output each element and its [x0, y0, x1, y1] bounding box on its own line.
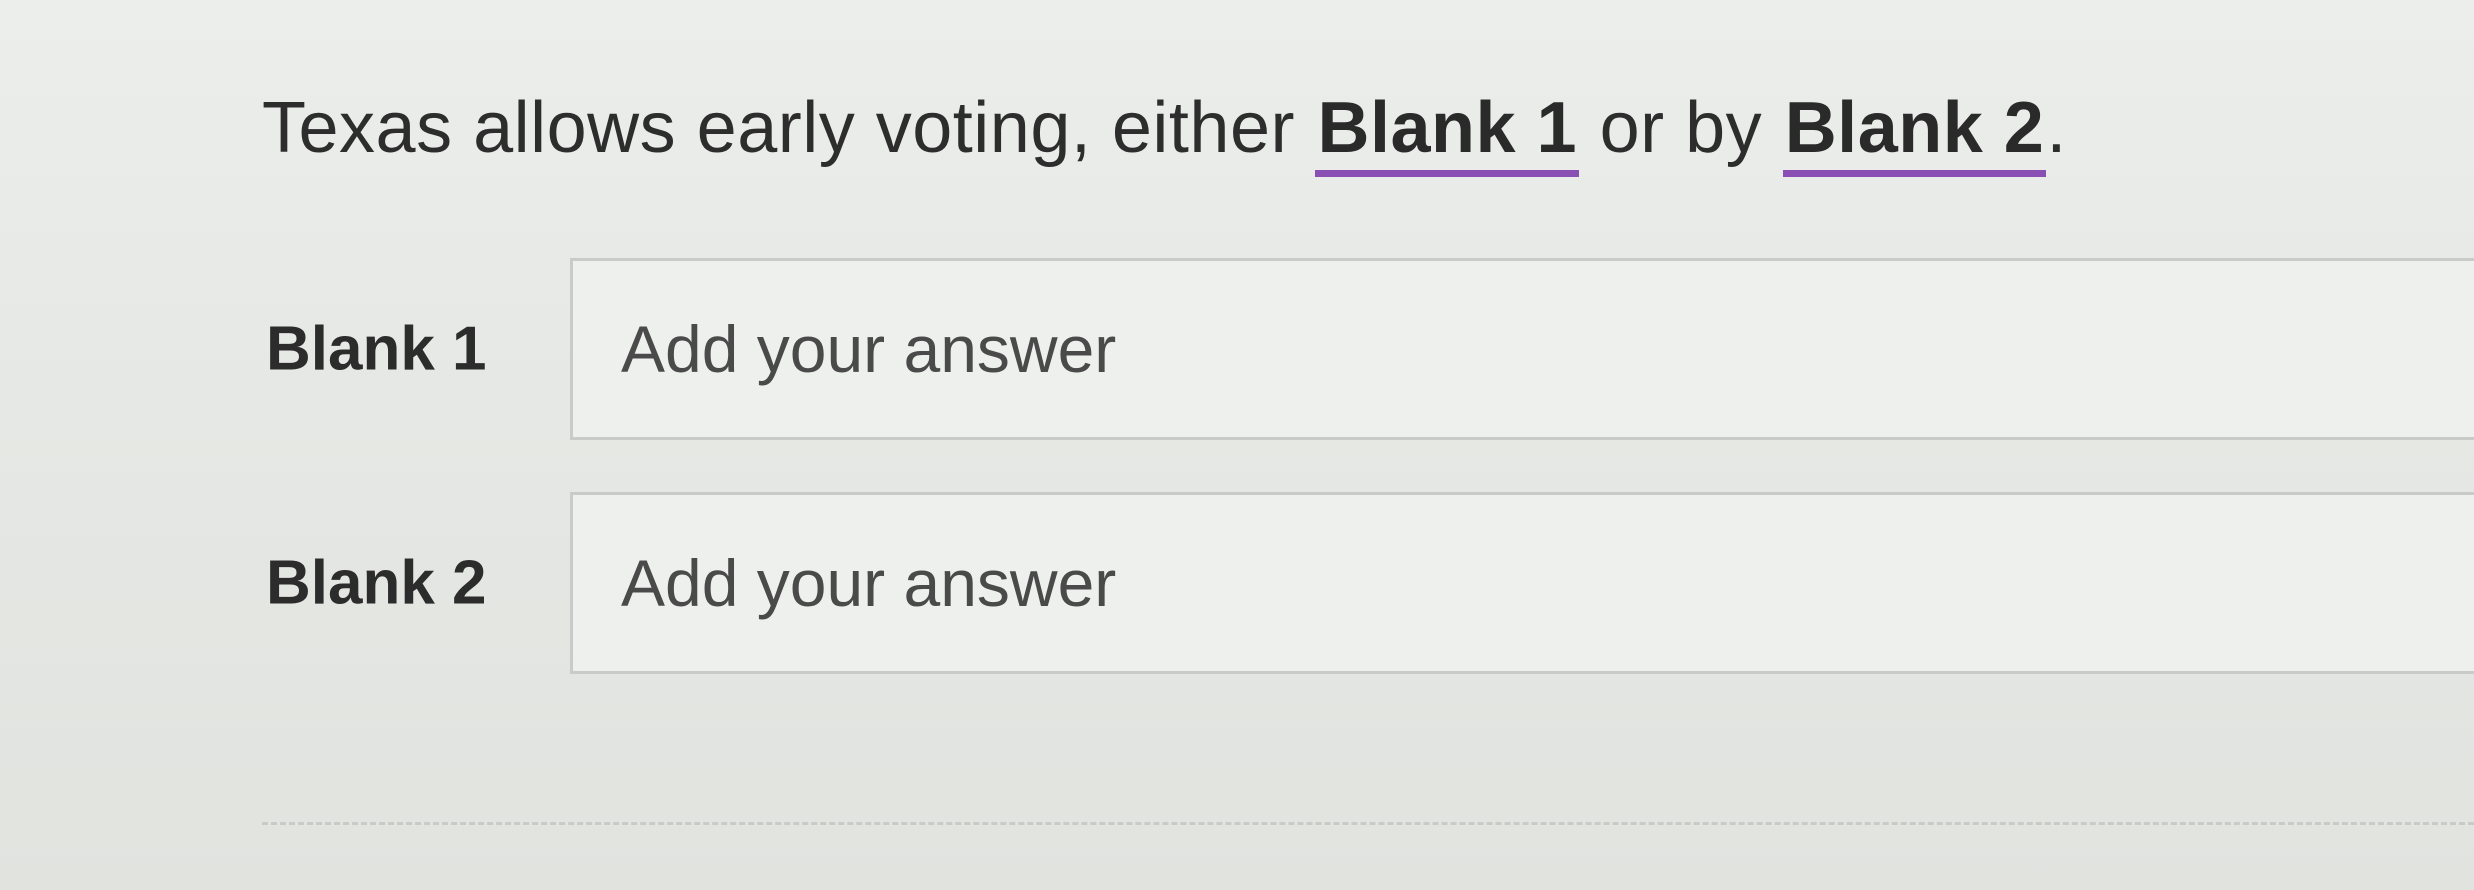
blank-1-reference[interactable]: Blank 1 [1315, 86, 1580, 177]
question-prefix: Texas allows early voting, either [262, 88, 1316, 168]
blank-2-answer-input[interactable] [570, 492, 2474, 674]
blank-1-row: Blank 1 [262, 258, 2474, 440]
blank-2-reference[interactable]: Blank 2 [1782, 86, 2047, 177]
question-middle: or by [1579, 88, 1783, 168]
blank-2-row: Blank 2 [262, 492, 2474, 674]
blank-1-answer-input[interactable] [570, 258, 2474, 440]
question-suffix: . [2046, 88, 2067, 168]
blank-1-label: Blank 1 [266, 314, 487, 384]
blank-2-label: Blank 2 [266, 548, 487, 618]
section-divider [262, 822, 2474, 825]
question-text: Texas allows early voting, either Blank … [262, 78, 2067, 178]
